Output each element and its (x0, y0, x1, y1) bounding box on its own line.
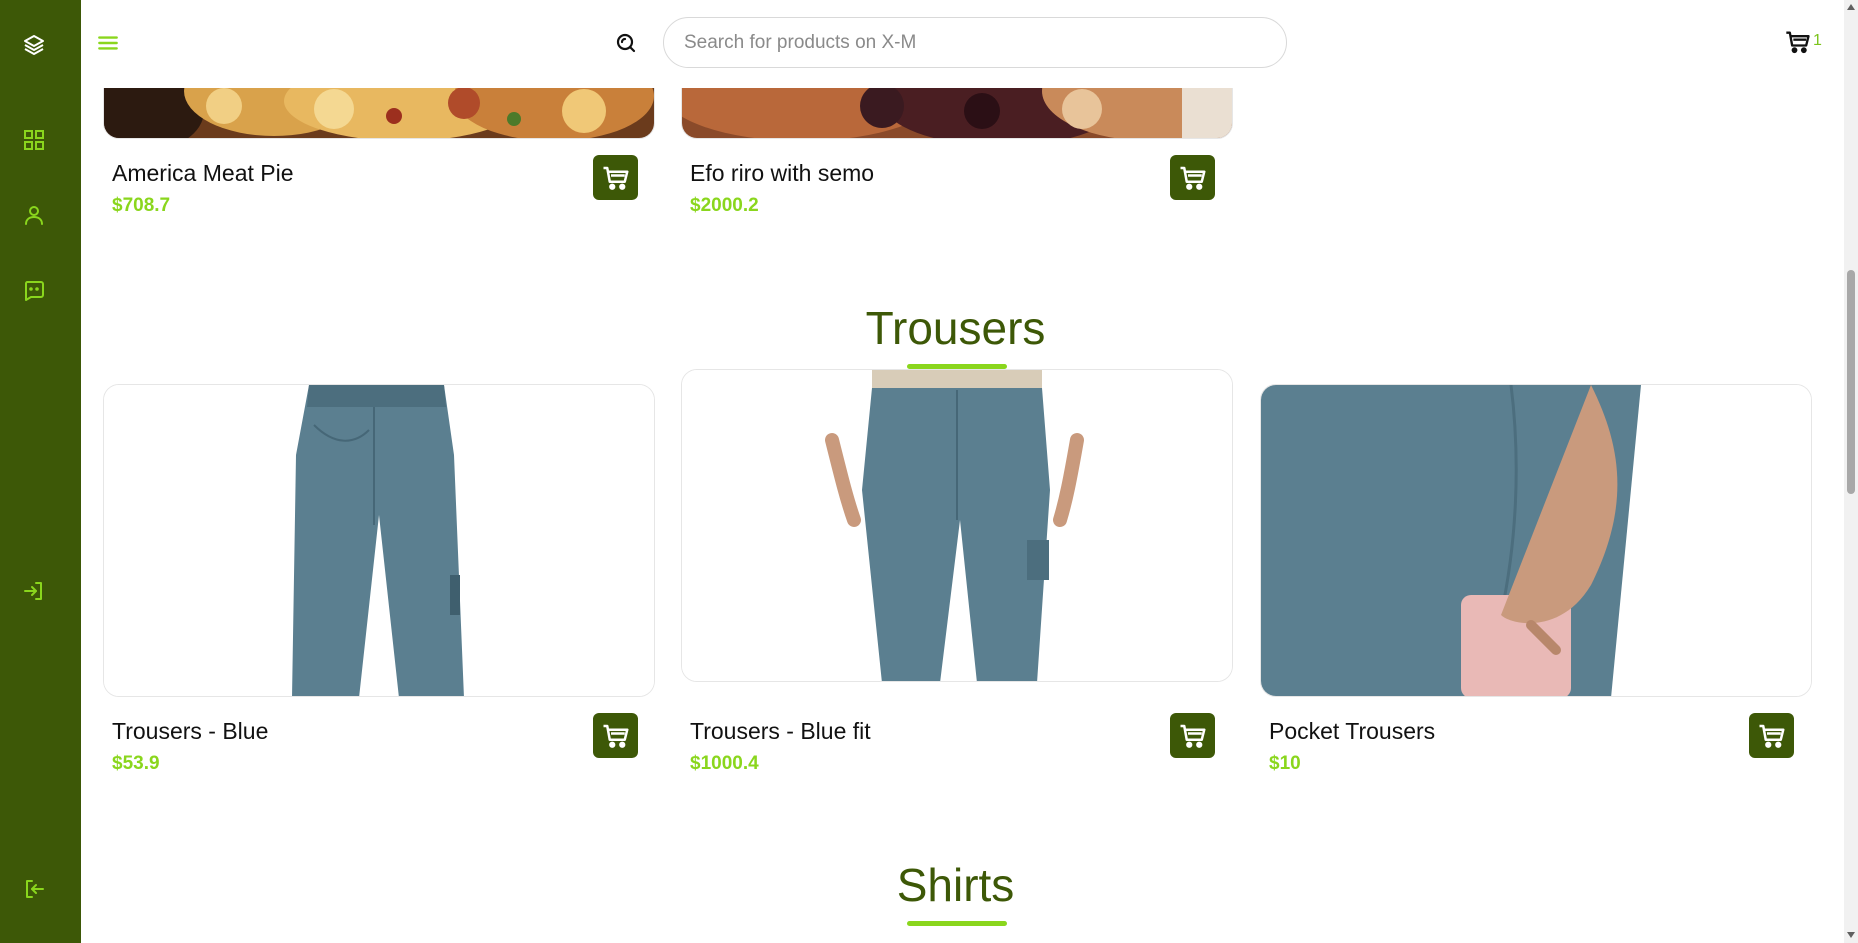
product-card[interactable]: Pocket Trousers $10 (1260, 384, 1812, 784)
product-content: America Meat Pie $708.7 Efo riro with se… (81, 0, 1844, 943)
cart-icon (1180, 724, 1205, 748)
product-price: $53.9 (112, 753, 160, 774)
product-name: Trousers - Blue (112, 718, 269, 744)
product-price: $1000.4 (690, 753, 759, 774)
dashboard-grid-icon[interactable] (20, 126, 48, 154)
product-image (1260, 384, 1812, 697)
product-image (103, 384, 655, 697)
add-to-cart-button[interactable] (593, 155, 638, 200)
product-name: Efo riro with semo (690, 160, 875, 186)
app-root: America Meat Pie $708.7 Efo riro with se… (0, 0, 1858, 943)
add-to-cart-button[interactable] (1749, 713, 1794, 758)
product-image (681, 369, 1233, 682)
product-price: $10 (1269, 753, 1301, 774)
add-to-cart-button[interactable] (1170, 713, 1215, 758)
cart-count-badge: 1 (1813, 32, 1822, 49)
product-name: Trousers - Blue fit (690, 718, 871, 744)
chat-bot-icon[interactable] (20, 276, 48, 304)
product-price: $708.7 (112, 195, 171, 216)
cart-icon (603, 166, 628, 190)
scroll-up-arrow-icon[interactable] (1847, 4, 1855, 10)
page-scrollbar[interactable] (1844, 0, 1858, 943)
login-icon[interactable] (20, 577, 48, 605)
search-input[interactable] (663, 17, 1287, 68)
product-name: Pocket Trousers (1269, 718, 1436, 744)
product-price: $2000.2 (690, 195, 759, 216)
section-title-shirts: Shirts (896, 859, 1015, 911)
section-title-trousers: Trousers (865, 302, 1046, 354)
layers-icon[interactable] (20, 31, 48, 59)
cart-icon (603, 724, 628, 748)
logout-icon[interactable] (20, 875, 48, 903)
product-card[interactable]: Trousers - Blue fit $1000.4 (681, 369, 1233, 784)
product-name: America Meat Pie (112, 160, 294, 186)
add-to-cart-button[interactable] (1170, 155, 1215, 200)
cart-icon (1759, 724, 1784, 748)
cart-icon (1180, 166, 1205, 190)
sidebar (0, 0, 81, 943)
scroll-down-arrow-icon[interactable] (1847, 932, 1855, 938)
search-icon[interactable] (614, 31, 638, 55)
user-icon[interactable] (20, 201, 48, 229)
cart-button[interactable]: 1 (1784, 28, 1830, 58)
add-to-cart-button[interactable] (593, 713, 638, 758)
section-underline (907, 921, 1007, 926)
scroll-thumb[interactable] (1847, 270, 1855, 494)
top-header: 1 (81, 0, 1844, 88)
cart-icon (1786, 31, 1810, 54)
hamburger-menu-icon[interactable] (95, 30, 121, 56)
product-card[interactable]: Trousers - Blue $53.9 (103, 384, 655, 784)
